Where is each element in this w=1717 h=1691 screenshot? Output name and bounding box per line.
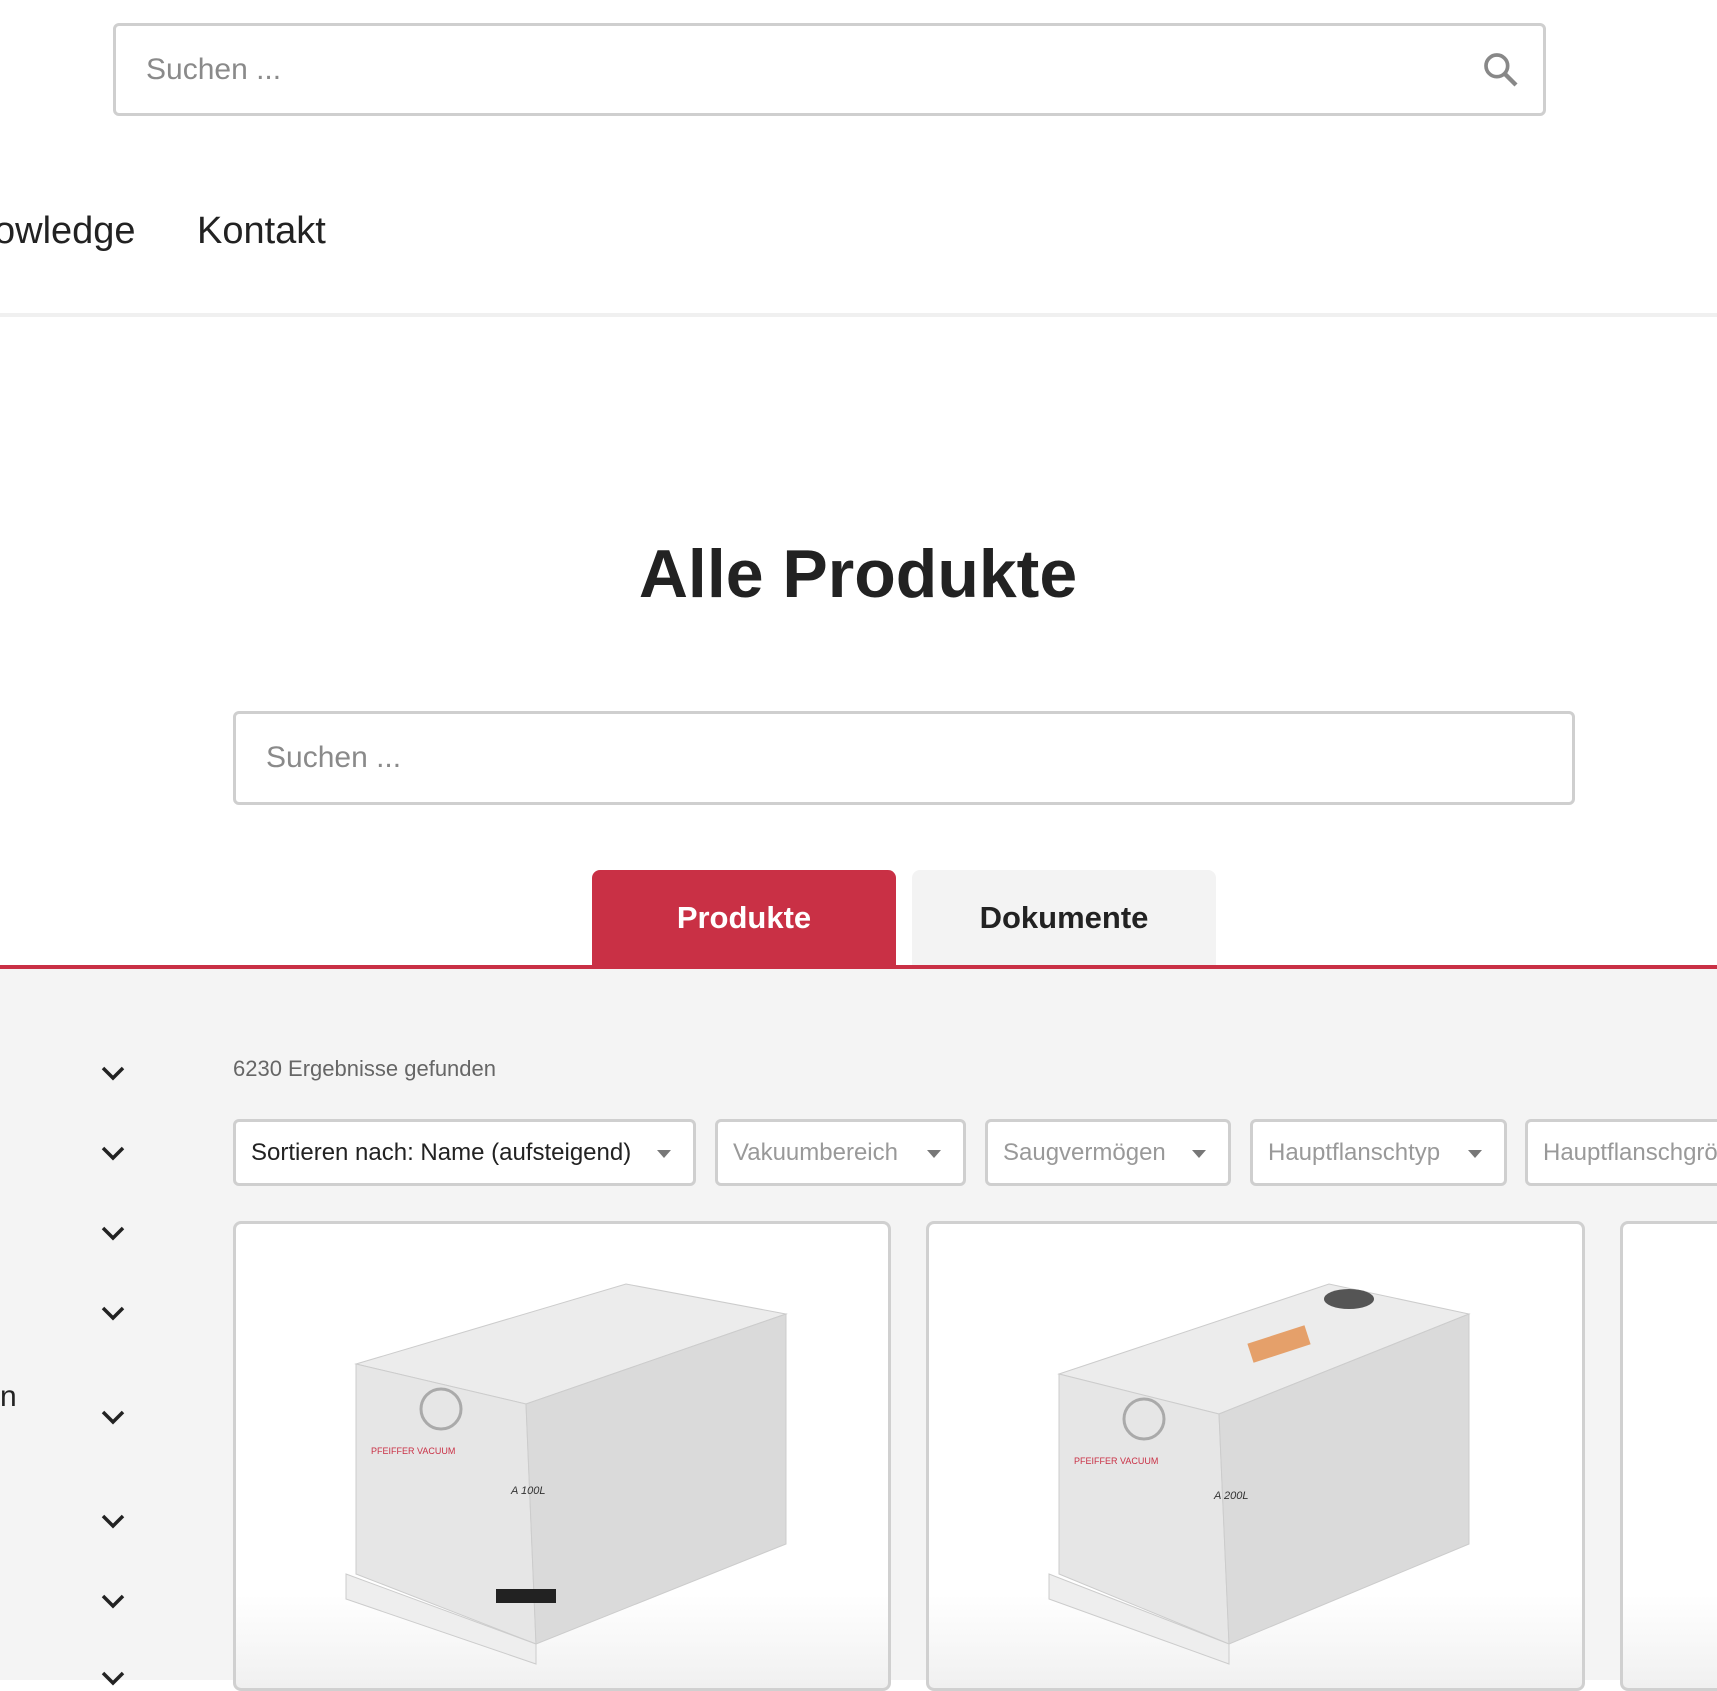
- chevron-down-icon[interactable]: [100, 1145, 126, 1161]
- filter-label: Hauptflanschgröße: [1543, 1138, 1717, 1166]
- product-card[interactable]: PFEIFFER VACUUM A 200L: [926, 1221, 1585, 1691]
- page-title: Alle Produkte: [638, 536, 1078, 612]
- nav-knowledge[interactable]: owledge: [0, 210, 136, 253]
- sort-dropdown[interactable]: Sortieren nach: Name (aufsteigend): [233, 1119, 696, 1186]
- sort-label: Sortieren nach: Name (aufsteigend): [251, 1138, 632, 1166]
- filter-label: Vakuumbereich: [733, 1138, 898, 1166]
- tab-dokumente[interactable]: Dokumente: [912, 870, 1216, 966]
- search-icon[interactable]: [1481, 50, 1521, 90]
- filter-hauptflanschtyp[interactable]: Hauptflanschtyp: [1250, 1119, 1507, 1186]
- tab-produkte[interactable]: Produkte: [592, 870, 896, 966]
- product-image: PFEIFFER VACUUM A 100L: [345, 1283, 788, 1665]
- filter-saugvermoegen[interactable]: Saugvermögen: [985, 1119, 1231, 1186]
- chevron-down-icon[interactable]: [100, 1513, 126, 1529]
- product-model: A 100L: [510, 1485, 545, 1497]
- product-image: PFEIFFER VACUUM A 200L: [1048, 1283, 1471, 1665]
- caret-down-icon: [657, 1150, 671, 1158]
- chevron-down-icon[interactable]: [100, 1065, 126, 1081]
- caret-down-icon: [927, 1150, 941, 1158]
- chevron-down-icon[interactable]: [100, 1305, 126, 1321]
- nav-kontakt[interactable]: Kontakt: [197, 210, 326, 253]
- caret-down-icon: [1468, 1150, 1482, 1158]
- filter-hauptflanschgroesse[interactable]: Hauptflanschgröße: [1525, 1119, 1717, 1186]
- filter-vakuumbereich[interactable]: Vakuumbereich: [715, 1119, 966, 1186]
- results-count: 6230 Ergebnisse gefunden: [233, 1056, 496, 1081]
- header-search[interactable]: Suchen ...: [113, 23, 1546, 116]
- chevron-down-icon[interactable]: [100, 1670, 126, 1686]
- header-divider: [0, 313, 1717, 317]
- filter-label: Saugvermögen: [1003, 1138, 1166, 1166]
- product-search-input[interactable]: Suchen ...: [233, 711, 1575, 805]
- filter-label: Hauptflanschtyp: [1268, 1138, 1441, 1166]
- product-brand: PFEIFFER VACUUM: [371, 1446, 455, 1456]
- product-card[interactable]: [1620, 1221, 1717, 1691]
- header-search-input[interactable]: Suchen ...: [146, 53, 281, 87]
- caret-down-icon: [1192, 1150, 1206, 1158]
- product-model: A 200L: [1213, 1490, 1248, 1502]
- chevron-down-icon[interactable]: [100, 1225, 126, 1241]
- search-placeholder: Suchen ...: [266, 741, 402, 774]
- product-card[interactable]: PFEIFFER VACUUM A 100L: [233, 1221, 891, 1691]
- product-brand: PFEIFFER VACUUM: [1074, 1456, 1158, 1466]
- chevron-down-icon[interactable]: [100, 1593, 126, 1609]
- chevron-down-icon[interactable]: [100, 1409, 126, 1425]
- sidebar-filter-label: n: [0, 1380, 17, 1413]
